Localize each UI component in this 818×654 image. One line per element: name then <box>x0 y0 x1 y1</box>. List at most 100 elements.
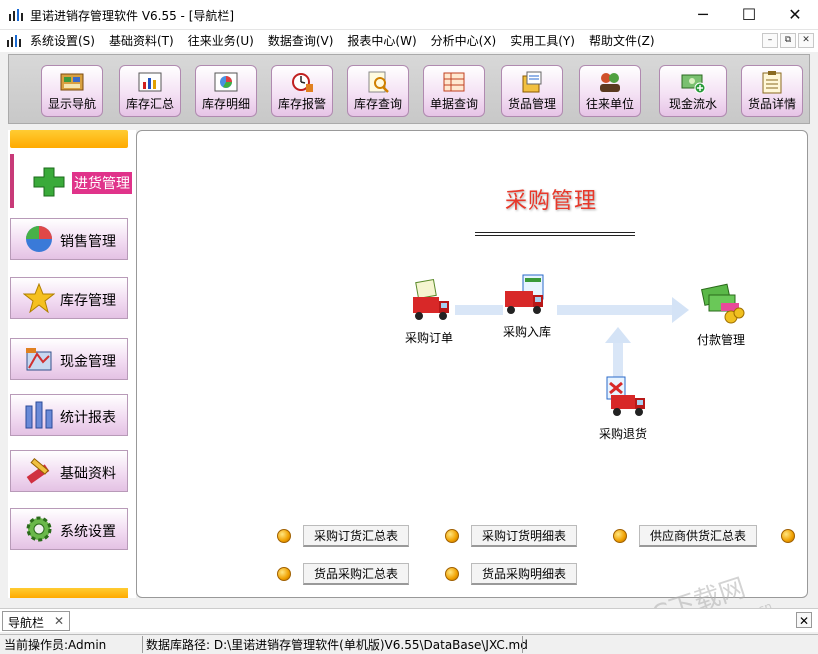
nav-item-label: 系统设置 <box>60 524 116 540</box>
cash-flow-icon <box>681 74 706 94</box>
purchase-receipt-label: 采购入库 <box>502 325 551 339</box>
menu-help[interactable]: 帮助文件(Z) <box>589 30 662 52</box>
inventory-summary-icon <box>138 72 162 92</box>
tools-icon <box>26 457 50 484</box>
navigation-icon <box>60 73 84 91</box>
nav-item-label: 统计报表 <box>60 410 116 426</box>
purchase-receipt-truck-icon <box>505 274 544 314</box>
tab-navigation[interactable]: 导航栏 ✕ <box>2 611 70 631</box>
goods-management-button[interactable]: 货品管理 <box>501 65 563 117</box>
report-button[interactable]: 货品采购汇总表 <box>303 563 410 585</box>
plus-icon <box>33 167 65 197</box>
nav-item-sales-management[interactable]: 销售管理 <box>10 218 128 260</box>
purchase-receipt-node[interactable]: 采购入库 <box>487 273 567 340</box>
status-db-path: 数据库路径: D:\里诺进销存管理软件(单机版)V6.55\DataBase\J… <box>146 638 528 652</box>
report-bullet-icon <box>613 529 627 543</box>
menu-basic-data[interactable]: 基础资料(T) <box>109 30 181 52</box>
report-button[interactable]: 货品采购明细表 <box>471 563 578 585</box>
payment-money-icon <box>701 283 745 324</box>
purchase-order-truck-icon <box>413 279 449 320</box>
pie-icon <box>26 226 52 252</box>
payment-node[interactable]: 付款管理 <box>681 281 761 348</box>
cash-icon <box>26 348 52 371</box>
nav-item-purchase-management[interactable]: 进货管理 <box>10 154 136 208</box>
close-button[interactable]: ✕ <box>772 0 818 30</box>
tab-strip: 导航栏 ✕ ✕ <box>0 608 818 632</box>
tab-close-icon[interactable]: ✕ <box>54 614 64 628</box>
main-panel: 采购管理 采购订单 采购入库 付款管理 采购退货 采购订货汇总表 采购订货明细表… <box>136 130 808 598</box>
toolbar-button-label: 显示导航 <box>47 97 96 111</box>
nav-item-basic-data[interactable]: 基础资料 <box>10 450 128 492</box>
report-button[interactable]: 采购订货明细表 <box>471 525 578 547</box>
purchase-return-truck-icon <box>606 376 645 416</box>
inventory-query-button[interactable]: 库存查询 <box>347 65 409 117</box>
bar-chart-icon <box>25 401 53 429</box>
nav-item-cash-management[interactable]: 现金管理 <box>10 338 128 380</box>
report-button[interactable]: 供应商供货汇总表 <box>639 525 758 547</box>
nav-item-label: 库存管理 <box>60 293 116 309</box>
report-bullet-icon <box>445 529 459 543</box>
toolbar-button-label: 现金流水 <box>668 97 717 111</box>
payment-label: 付款管理 <box>696 333 745 347</box>
star-icon <box>23 283 55 313</box>
inventory-detail-icon <box>214 72 238 92</box>
nav-item-statistics-reports[interactable]: 统计报表 <box>10 394 128 436</box>
inventory-query-icon <box>368 71 389 93</box>
window-title: 里诺进销存管理软件 V6.55 - [导航栏] <box>30 9 235 23</box>
status-bar: 当前操作员:Admin 数据库路径: D:\里诺进销存管理软件(单机版)V6.5… <box>0 634 818 654</box>
nav-item-system-settings[interactable]: 系统设置 <box>10 508 128 550</box>
menu-system-settings[interactable]: 系统设置(S) <box>30 30 102 52</box>
report-bullet-icon <box>445 567 459 581</box>
nav-item-label: 进货管理 <box>72 172 132 194</box>
status-divider <box>522 636 523 653</box>
nav-item-label: 销售管理 <box>60 234 116 250</box>
menu-report-center[interactable]: 报表中心(W) <box>347 30 423 52</box>
menu-business[interactable]: 往来业务(U) <box>188 30 261 52</box>
nav-header-bar <box>10 130 128 148</box>
inventory-summary-button[interactable]: 库存汇总 <box>119 65 181 117</box>
menu-bar: 系统设置(S) 基础资料(T) 往来业务(U) 数据查询(V) 报表中心(W) … <box>0 30 818 52</box>
inventory-detail-button[interactable]: 库存明细 <box>195 65 257 117</box>
purchase-order-label: 采购订单 <box>404 331 453 345</box>
report-more[interactable] <box>781 525 795 547</box>
document-query-button[interactable]: 单据查询 <box>423 65 485 117</box>
partners-icon <box>600 73 620 92</box>
status-operator: 当前操作员:Admin <box>4 638 107 652</box>
purchase-return-node[interactable]: 采购退货 <box>583 375 663 442</box>
toolbar-button-label: 库存汇总 <box>125 97 174 111</box>
toolbar-button-label: 库存查询 <box>353 97 402 111</box>
menu-analysis-center[interactable]: 分析中心(X) <box>431 30 504 52</box>
nav-item-label: 现金管理 <box>60 354 116 370</box>
mdi-close-button[interactable]: ✕ <box>798 33 814 48</box>
tab-label: 导航栏 <box>8 616 45 630</box>
nav-item-inventory-management[interactable]: 库存管理 <box>10 277 128 319</box>
toolbar-button-label: 货品详情 <box>747 97 796 111</box>
maximize-button[interactable]: ☐ <box>726 0 772 30</box>
goods-detail-icon <box>762 71 782 94</box>
partners-button[interactable]: 往来单位 <box>579 65 641 117</box>
goods-management-icon <box>522 71 542 93</box>
report-bullet-icon <box>277 529 291 543</box>
mdi-minimize-button[interactable]: – <box>762 33 778 48</box>
toolbar: 显示导航 库存汇总 库存明细 库存报警 库存查询 单据查询 货品管理 往来单位 … <box>8 54 810 124</box>
show-navigation-button[interactable]: 显示导航 <box>41 65 103 117</box>
close-all-tabs-button[interactable]: ✕ <box>796 612 812 628</box>
toolbar-button-label: 单据查询 <box>429 97 478 111</box>
purchase-return-label: 采购退货 <box>598 427 647 441</box>
status-divider <box>142 636 143 653</box>
cash-flow-button[interactable]: 现金流水 <box>659 65 727 117</box>
app-menu-icon[interactable] <box>6 34 22 48</box>
report-bullet-icon <box>277 567 291 581</box>
menu-data-query[interactable]: 数据查询(V) <box>268 30 341 52</box>
inventory-alarm-icon <box>292 73 313 92</box>
goods-detail-button[interactable]: 货品详情 <box>741 65 803 117</box>
minimize-button[interactable]: ─ <box>680 0 726 30</box>
mdi-restore-button[interactable]: ⧉ <box>780 33 796 48</box>
gear-icon <box>26 516 52 542</box>
report-bullet-icon <box>781 529 795 543</box>
menu-utilities[interactable]: 实用工具(Y) <box>510 30 582 52</box>
report-button[interactable]: 采购订货汇总表 <box>303 525 410 547</box>
purchase-order-node[interactable]: 采购订单 <box>389 279 469 346</box>
toolbar-button-label: 往来单位 <box>585 97 634 111</box>
inventory-alarm-button[interactable]: 库存报警 <box>271 65 333 117</box>
